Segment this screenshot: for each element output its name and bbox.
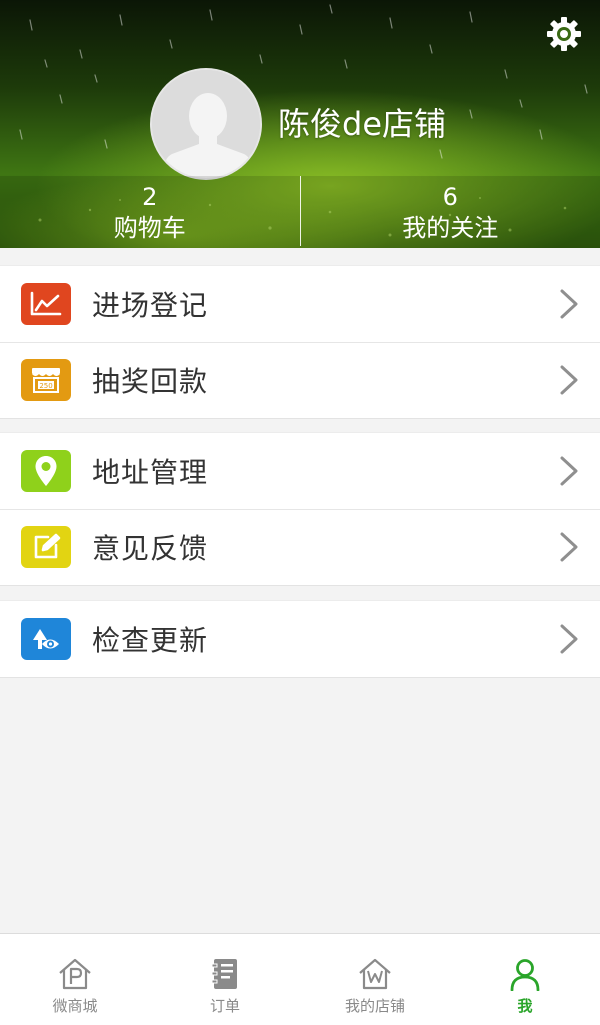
tab-me[interactable]: 我 (450, 934, 600, 1025)
tab-my-shop[interactable]: 我的店铺 (300, 934, 450, 1025)
following-count: 6 (442, 183, 458, 211)
chevron-right-icon (560, 456, 578, 486)
menu-item-check-update[interactable]: 检查更新 (0, 601, 600, 677)
shop-name: 陈俊de店铺 (278, 105, 447, 143)
avatar[interactable] (150, 68, 262, 180)
menu-item-label: 意见反馈 (92, 532, 209, 565)
tab-orders[interactable]: 订单 (150, 934, 300, 1025)
chevron-right-icon (560, 289, 578, 319)
stat-following[interactable]: 6 我的关注 (301, 176, 600, 248)
line-chart-icon (21, 283, 71, 325)
menu-group-2: 地址管理 意见反馈 (0, 432, 600, 586)
edit-note-icon (21, 526, 71, 568)
menu-item-label: 抽奖回款 (92, 365, 209, 398)
cart-count: 2 (142, 183, 158, 211)
location-pin-icon (21, 450, 71, 492)
menu-item-lottery-refund[interactable]: 250 抽奖回款 (0, 342, 600, 418)
profile-header: 陈俊de店铺 2 购物车 6 我的关注 (0, 0, 600, 248)
menu-group-1: 进场登记 250 抽奖回款 (0, 265, 600, 419)
tab-label: 我 (517, 997, 533, 1015)
stat-cart[interactable]: 2 购物车 (0, 176, 300, 248)
menu-item-label: 地址管理 (92, 456, 209, 489)
tab-label: 微商城 (52, 997, 98, 1015)
cart-label: 购物车 (113, 214, 186, 242)
menu-item-label: 进场登记 (92, 289, 209, 322)
chevron-right-icon (560, 532, 578, 562)
tab-micro-mall[interactable]: 微商城 (0, 934, 150, 1025)
person-icon (505, 954, 545, 994)
house-p-icon (55, 954, 95, 994)
notebook-icon (205, 954, 245, 994)
storefront-icon: 250 (21, 359, 71, 401)
gear-icon (547, 17, 581, 51)
tab-label: 订单 (209, 997, 240, 1015)
menu-item-feedback[interactable]: 意见反馈 (0, 509, 600, 585)
menu-item-label: 检查更新 (92, 624, 209, 657)
stats-bar: 2 购物车 6 我的关注 (0, 176, 600, 248)
house-w-icon (355, 954, 395, 994)
update-eye-icon (21, 618, 71, 660)
chevron-right-icon (560, 365, 578, 395)
menu-group-3: 检查更新 (0, 600, 600, 678)
chevron-right-icon (560, 624, 578, 654)
menu-item-entry-registration[interactable]: 进场登记 (0, 266, 600, 342)
bottom-tab-bar: 微商城 订单 我的店铺 我 (0, 933, 600, 1025)
following-label: 我的关注 (402, 214, 499, 242)
menu-item-address-management[interactable]: 地址管理 (0, 433, 600, 509)
tab-label: 我的店铺 (344, 997, 405, 1015)
default-user-icon (152, 70, 260, 178)
settings-button[interactable] (544, 14, 584, 54)
svg-text:250: 250 (39, 382, 52, 390)
